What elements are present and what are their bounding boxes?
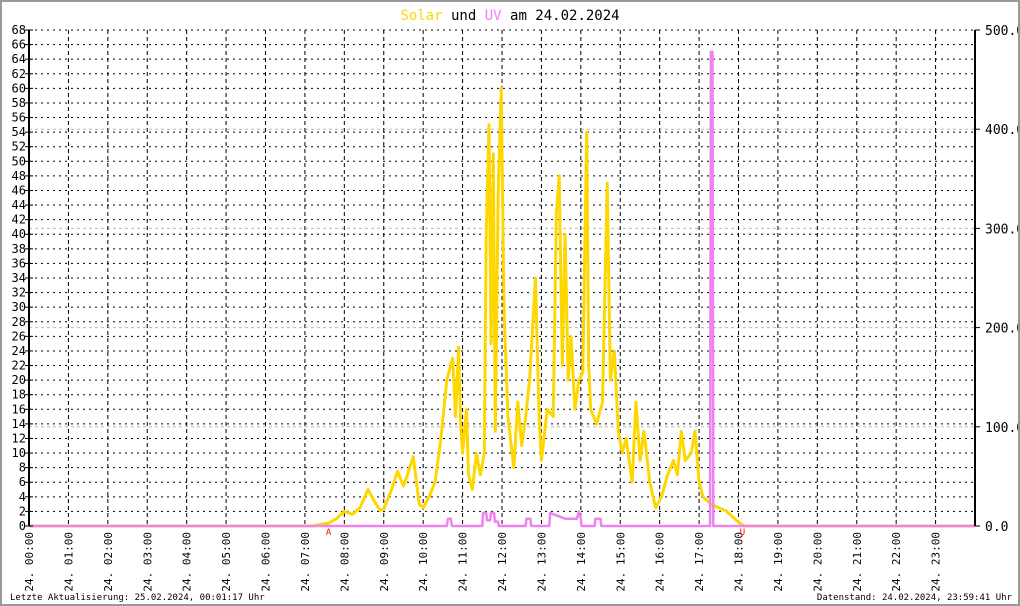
x-tick-label: 24. 22:00: [890, 532, 903, 592]
left-tick-label: 14: [12, 417, 26, 431]
chart-title: Solar und UV am 24.02.2024: [400, 8, 619, 24]
x-tick-label: 24. 14:00: [575, 532, 588, 592]
left-tick-label: 36: [12, 256, 26, 270]
x-tick-label: 24. 07:00: [299, 532, 312, 592]
x-tick-label: 24. 12:00: [496, 532, 509, 592]
left-tick-label: 58: [12, 96, 26, 110]
right-tick-label: 100.0: [985, 421, 1018, 436]
left-tick-label: 34: [12, 271, 26, 285]
left-tick-label: 52: [12, 140, 26, 154]
left-tick-label: 4: [19, 490, 26, 504]
left-tick-label: 56: [12, 111, 26, 125]
right-tick-label: 500.0: [985, 24, 1018, 39]
left-tick-label: 28: [12, 315, 26, 329]
left-tick-label: 20: [12, 373, 26, 387]
left-tick-label: 54: [12, 125, 26, 139]
right-tick-label: 200.0: [985, 322, 1018, 337]
x-tick-label: 24. 02:00: [102, 532, 115, 592]
solar-uv-chart: Solar und UV am 24.02.2024 0246810121416…: [10, 8, 1018, 603]
title-uv: UV: [485, 8, 502, 24]
x-tick-label: 24. 05:00: [220, 532, 233, 592]
x-tick-label: 24. 09:00: [378, 532, 391, 592]
left-tick-label: 64: [12, 52, 26, 66]
x-tick-label: 24. 10:00: [417, 532, 430, 592]
x-tick-label: 24. 15:00: [614, 532, 627, 592]
x-tick-label: 24. 06:00: [260, 532, 273, 592]
x-tick-label: 24. 01:00: [62, 532, 75, 592]
left-tick-label: 40: [12, 227, 26, 241]
x-tick-label: 24. 16:00: [654, 532, 667, 592]
left-tick-label: 10: [12, 446, 26, 460]
x-tick-label: 24. 08:00: [338, 532, 351, 592]
left-tick-label: 60: [12, 81, 26, 95]
x-tick-label: 24. 03:00: [141, 532, 154, 592]
x-tick-label: 24. 13:00: [535, 532, 548, 592]
x-tick-label: 24. 23:00: [930, 532, 943, 592]
left-tick-label: 44: [12, 198, 26, 212]
left-tick-label: 22: [12, 359, 26, 373]
x-tick-label: 24. 00:00: [23, 532, 36, 592]
title-und: und: [451, 8, 476, 24]
left-tick-label: 30: [12, 300, 26, 314]
marker-a: A: [326, 528, 332, 538]
title-solar: Solar: [400, 8, 442, 24]
left-tick-label: 24: [12, 344, 26, 358]
left-tick-label: 32: [12, 286, 26, 300]
left-tick-label: 16: [12, 402, 26, 416]
x-tick-label: 24. 04:00: [181, 532, 194, 592]
x-tick-label: 24. 17:00: [693, 532, 706, 592]
chart-window: Solar und UV am 24.02.2024 0 2 4 6 8 10 12 14 16…: [0, 0, 1020, 606]
x-tick-label: 24. 20:00: [811, 532, 824, 592]
left-tick-label: 8: [19, 461, 26, 475]
footer-data-status: Datenstand: 24.02.2024, 23:59:41 Uhr: [817, 593, 1013, 603]
x-tick-label: 24. 18:00: [733, 532, 746, 592]
x-tick-label: 24. 11:00: [457, 532, 470, 592]
right-tick-label: 400.0: [985, 123, 1018, 138]
left-tick-label: 48: [12, 169, 26, 183]
right-tick-label: 300.0: [985, 222, 1018, 237]
left-tick-label: 18: [12, 388, 26, 402]
left-tick-label: 26: [12, 329, 26, 343]
left-tick-label: 50: [12, 154, 26, 168]
footer-last-update: Letzte Aktualisierung: 25.02.2024, 00:01…: [10, 593, 265, 603]
left-tick-label: 0: [19, 519, 26, 533]
left-tick-label: 46: [12, 183, 26, 197]
title-date: am 24.02.2024: [510, 8, 620, 24]
left-tick-label: 42: [12, 213, 26, 227]
left-tick-label: 38: [12, 242, 26, 256]
x-tick-label: 24. 19:00: [772, 532, 785, 592]
marker-u: U: [740, 528, 745, 538]
left-tick-label: 6: [19, 475, 26, 489]
left-tick-label: 2: [19, 504, 26, 518]
left-tick-label: 68: [12, 23, 26, 37]
right-tick-label: 0.0: [985, 520, 1008, 535]
x-tick-label: 24. 21:00: [851, 532, 864, 592]
left-tick-label: 12: [12, 431, 26, 445]
left-tick-label: 66: [12, 38, 26, 52]
left-tick-label: 62: [12, 67, 26, 81]
